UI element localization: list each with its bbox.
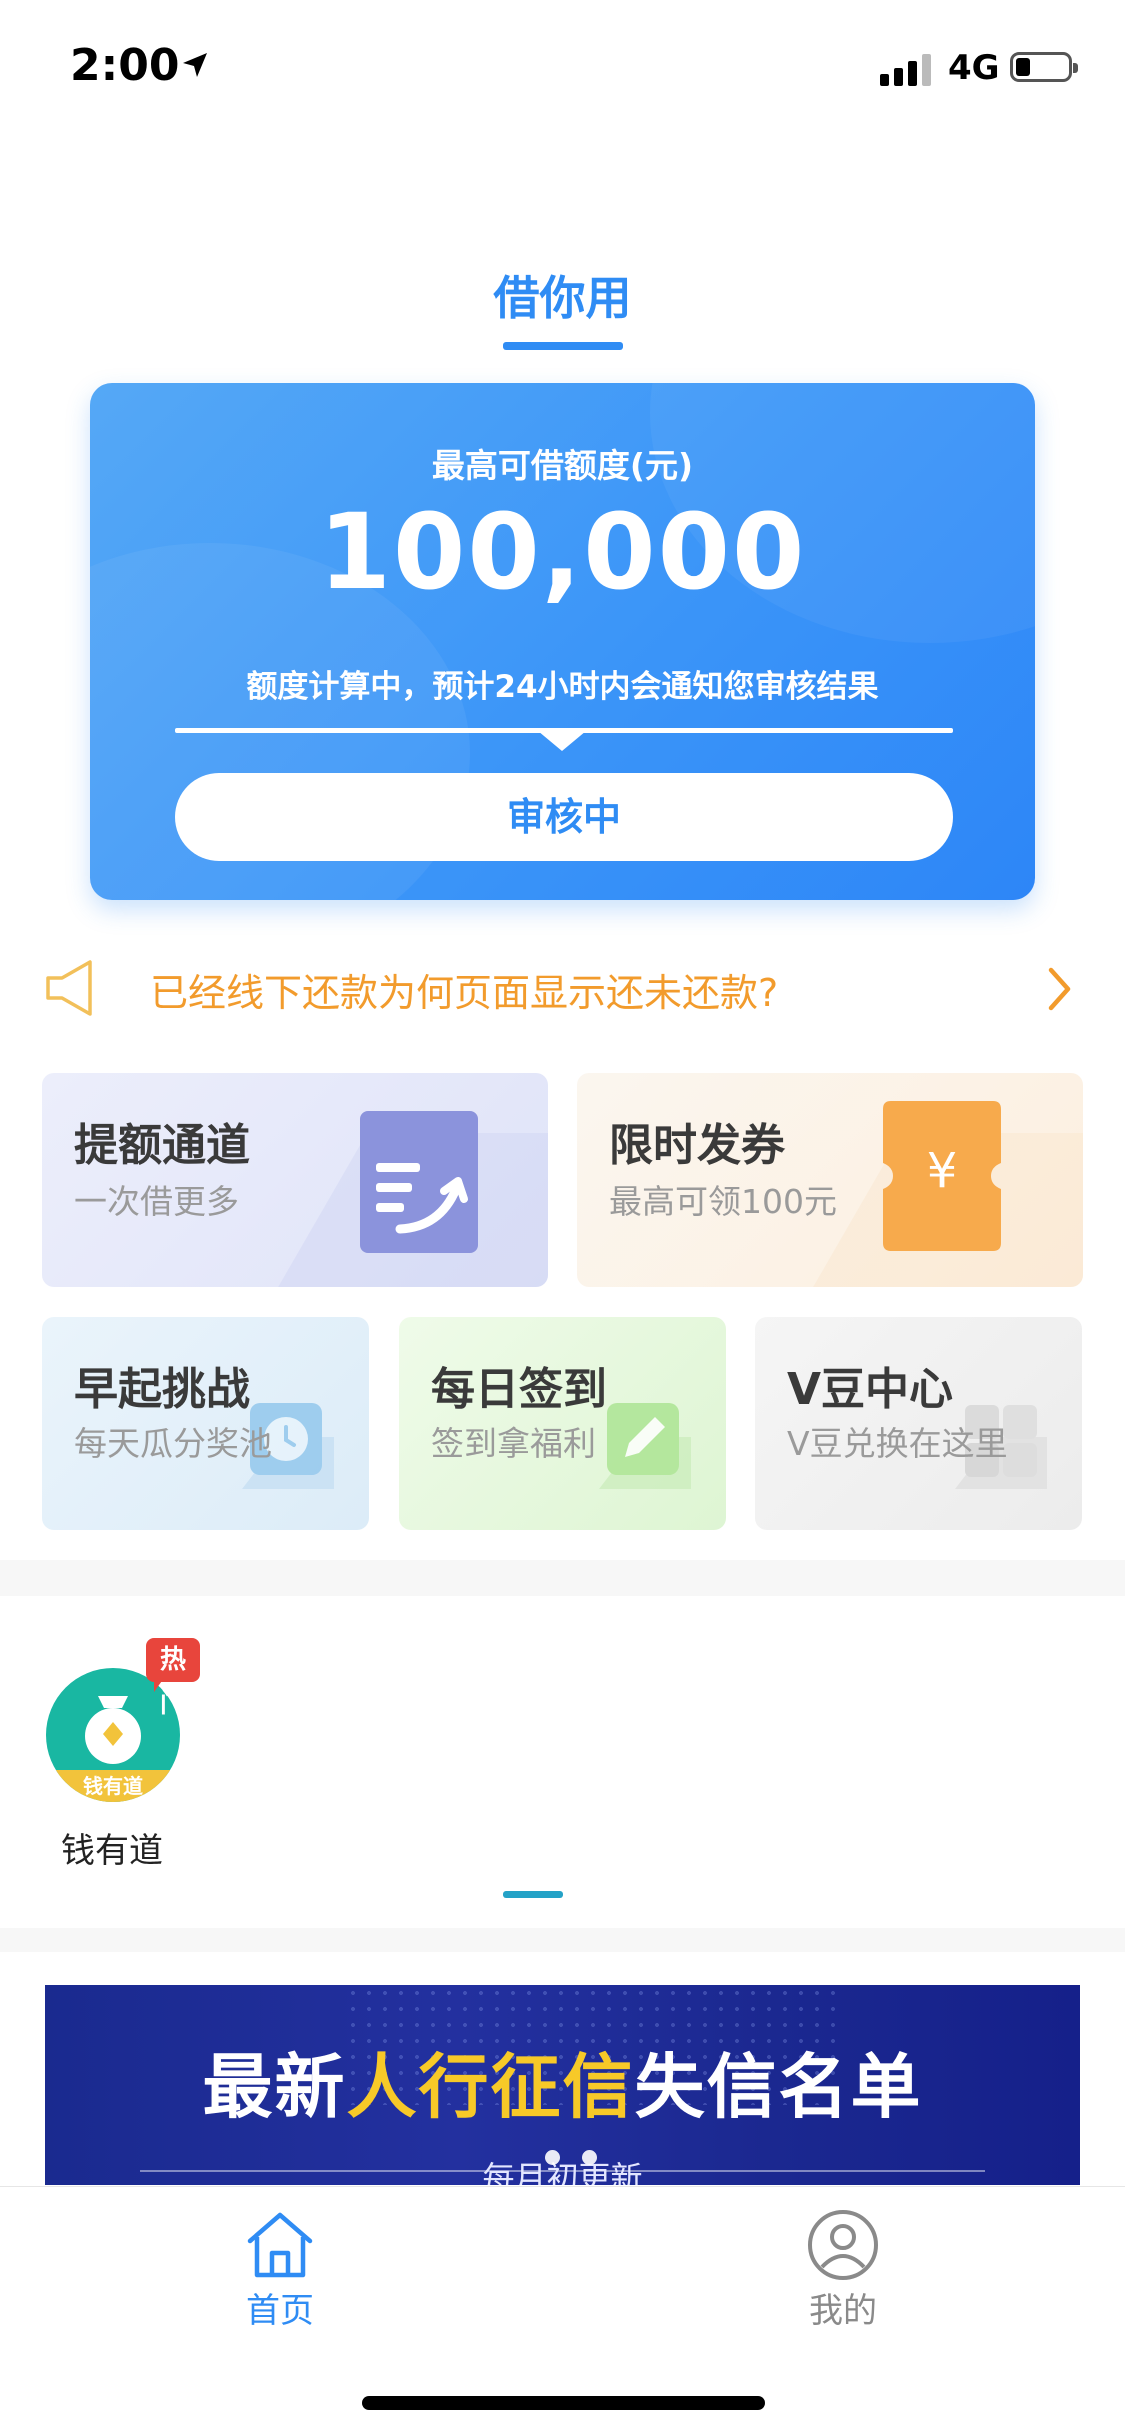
status-bar: 2:00 4G bbox=[0, 0, 1125, 135]
network-type: 4G bbox=[948, 48, 1000, 88]
notice-bar[interactable]: 已经线下还款为何页面显示还未还款? bbox=[0, 948, 1125, 1030]
svg-text:¥: ¥ bbox=[927, 1143, 958, 1199]
location-arrow-icon bbox=[183, 53, 207, 77]
banner-title: 最新人行征信失信名单 bbox=[45, 2031, 1080, 2132]
app-logo-text: 钱有道 bbox=[46, 1770, 180, 1802]
pencil-icon bbox=[599, 1403, 691, 1489]
title-underline bbox=[503, 342, 623, 350]
carousel-dot[interactable] bbox=[545, 2150, 560, 2165]
limit-amount: 100,000 bbox=[318, 491, 807, 613]
banner-title-highlight: 人行征信 bbox=[346, 2046, 635, 2128]
speaker-icon bbox=[46, 960, 92, 1016]
coupon-ticket-icon: ¥ bbox=[883, 1101, 1001, 1251]
tab-home-label: 首页 bbox=[246, 2291, 314, 2331]
battery-icon bbox=[1010, 52, 1078, 82]
tile-title: 提额通道 bbox=[74, 1120, 250, 1171]
banner-title-pre: 最新 bbox=[202, 2046, 347, 2128]
tile-quota-channel[interactable]: 提额通道 一次借更多 bbox=[42, 1073, 548, 1287]
user-icon bbox=[808, 2210, 878, 2280]
pager-indicator bbox=[503, 1891, 563, 1898]
tile-limited-coupon[interactable]: ¥ 限时发券 最高可领100元 bbox=[577, 1073, 1083, 1287]
tile-title: 早起挑战 bbox=[74, 1364, 250, 1415]
home-indicator bbox=[362, 2396, 765, 2410]
tile-subtitle: 每天瓜分奖池 bbox=[74, 1424, 272, 1463]
banner-title-post: 失信名单 bbox=[634, 2046, 923, 2128]
tile-subtitle: 签到拿福利 bbox=[431, 1424, 596, 1463]
page-title[interactable]: 借你用 bbox=[0, 262, 1125, 328]
loan-limit-card: 最高可借额度(元) 100,000 额度计算中，预计24小时内会通知您审核结果 … bbox=[90, 383, 1035, 900]
tile-subtitle: 一次借更多 bbox=[74, 1182, 239, 1221]
tab-mine[interactable]: 我的 bbox=[753, 2207, 933, 2331]
hot-badge-tail bbox=[154, 1678, 164, 1692]
tile-early-challenge[interactable]: 早起挑战 每天瓜分奖池 bbox=[42, 1317, 369, 1530]
promo-banner[interactable]: 最新人行征信失信名单 每月初更新 bbox=[45, 1985, 1080, 2185]
tile-subtitle: V豆兑换在这里 bbox=[787, 1424, 1008, 1463]
banner-carousel-dots[interactable] bbox=[545, 2150, 597, 2165]
document-up-icon bbox=[360, 1111, 478, 1253]
app-item-qianyoudao[interactable]: 钱有道 热门 钱有道 bbox=[42, 1638, 201, 1871]
tab-home[interactable]: 首页 bbox=[190, 2207, 370, 2331]
limit-label: 最高可借额度(元) bbox=[431, 446, 694, 485]
signal-icon bbox=[880, 50, 935, 86]
tile-title: 限时发券 bbox=[609, 1120, 785, 1171]
chevron-right-icon bbox=[1048, 967, 1071, 1011]
section-divider bbox=[0, 1560, 1125, 1596]
carousel-dot[interactable] bbox=[582, 2150, 597, 2165]
home-icon bbox=[247, 2212, 313, 2278]
section-divider bbox=[0, 1928, 1125, 1952]
card-divider-notch bbox=[538, 731, 586, 751]
tile-daily-checkin[interactable]: 每日签到 签到拿福利 bbox=[399, 1317, 726, 1530]
limit-note: 额度计算中，预计24小时内会通知您审核结果 bbox=[246, 669, 879, 705]
tab-bar: 首页 我的 bbox=[0, 2186, 1125, 2436]
notice-text: 已经线下还款为何页面显示还未还款? bbox=[150, 971, 779, 1015]
tab-mine-label: 我的 bbox=[809, 2291, 877, 2331]
status-time: 2:00 bbox=[70, 40, 180, 91]
tile-subtitle: 最高可领100元 bbox=[609, 1182, 837, 1221]
hot-badge: 热门 bbox=[146, 1638, 201, 1719]
app-name: 钱有道 bbox=[61, 1831, 163, 1871]
tile-vdou-center[interactable]: V豆中心 V豆兑换在这里 bbox=[755, 1317, 1082, 1530]
tile-title: V豆中心 bbox=[787, 1364, 954, 1415]
tile-title: 每日签到 bbox=[431, 1364, 607, 1415]
review-status-button[interactable]: 审核中 bbox=[175, 773, 953, 861]
